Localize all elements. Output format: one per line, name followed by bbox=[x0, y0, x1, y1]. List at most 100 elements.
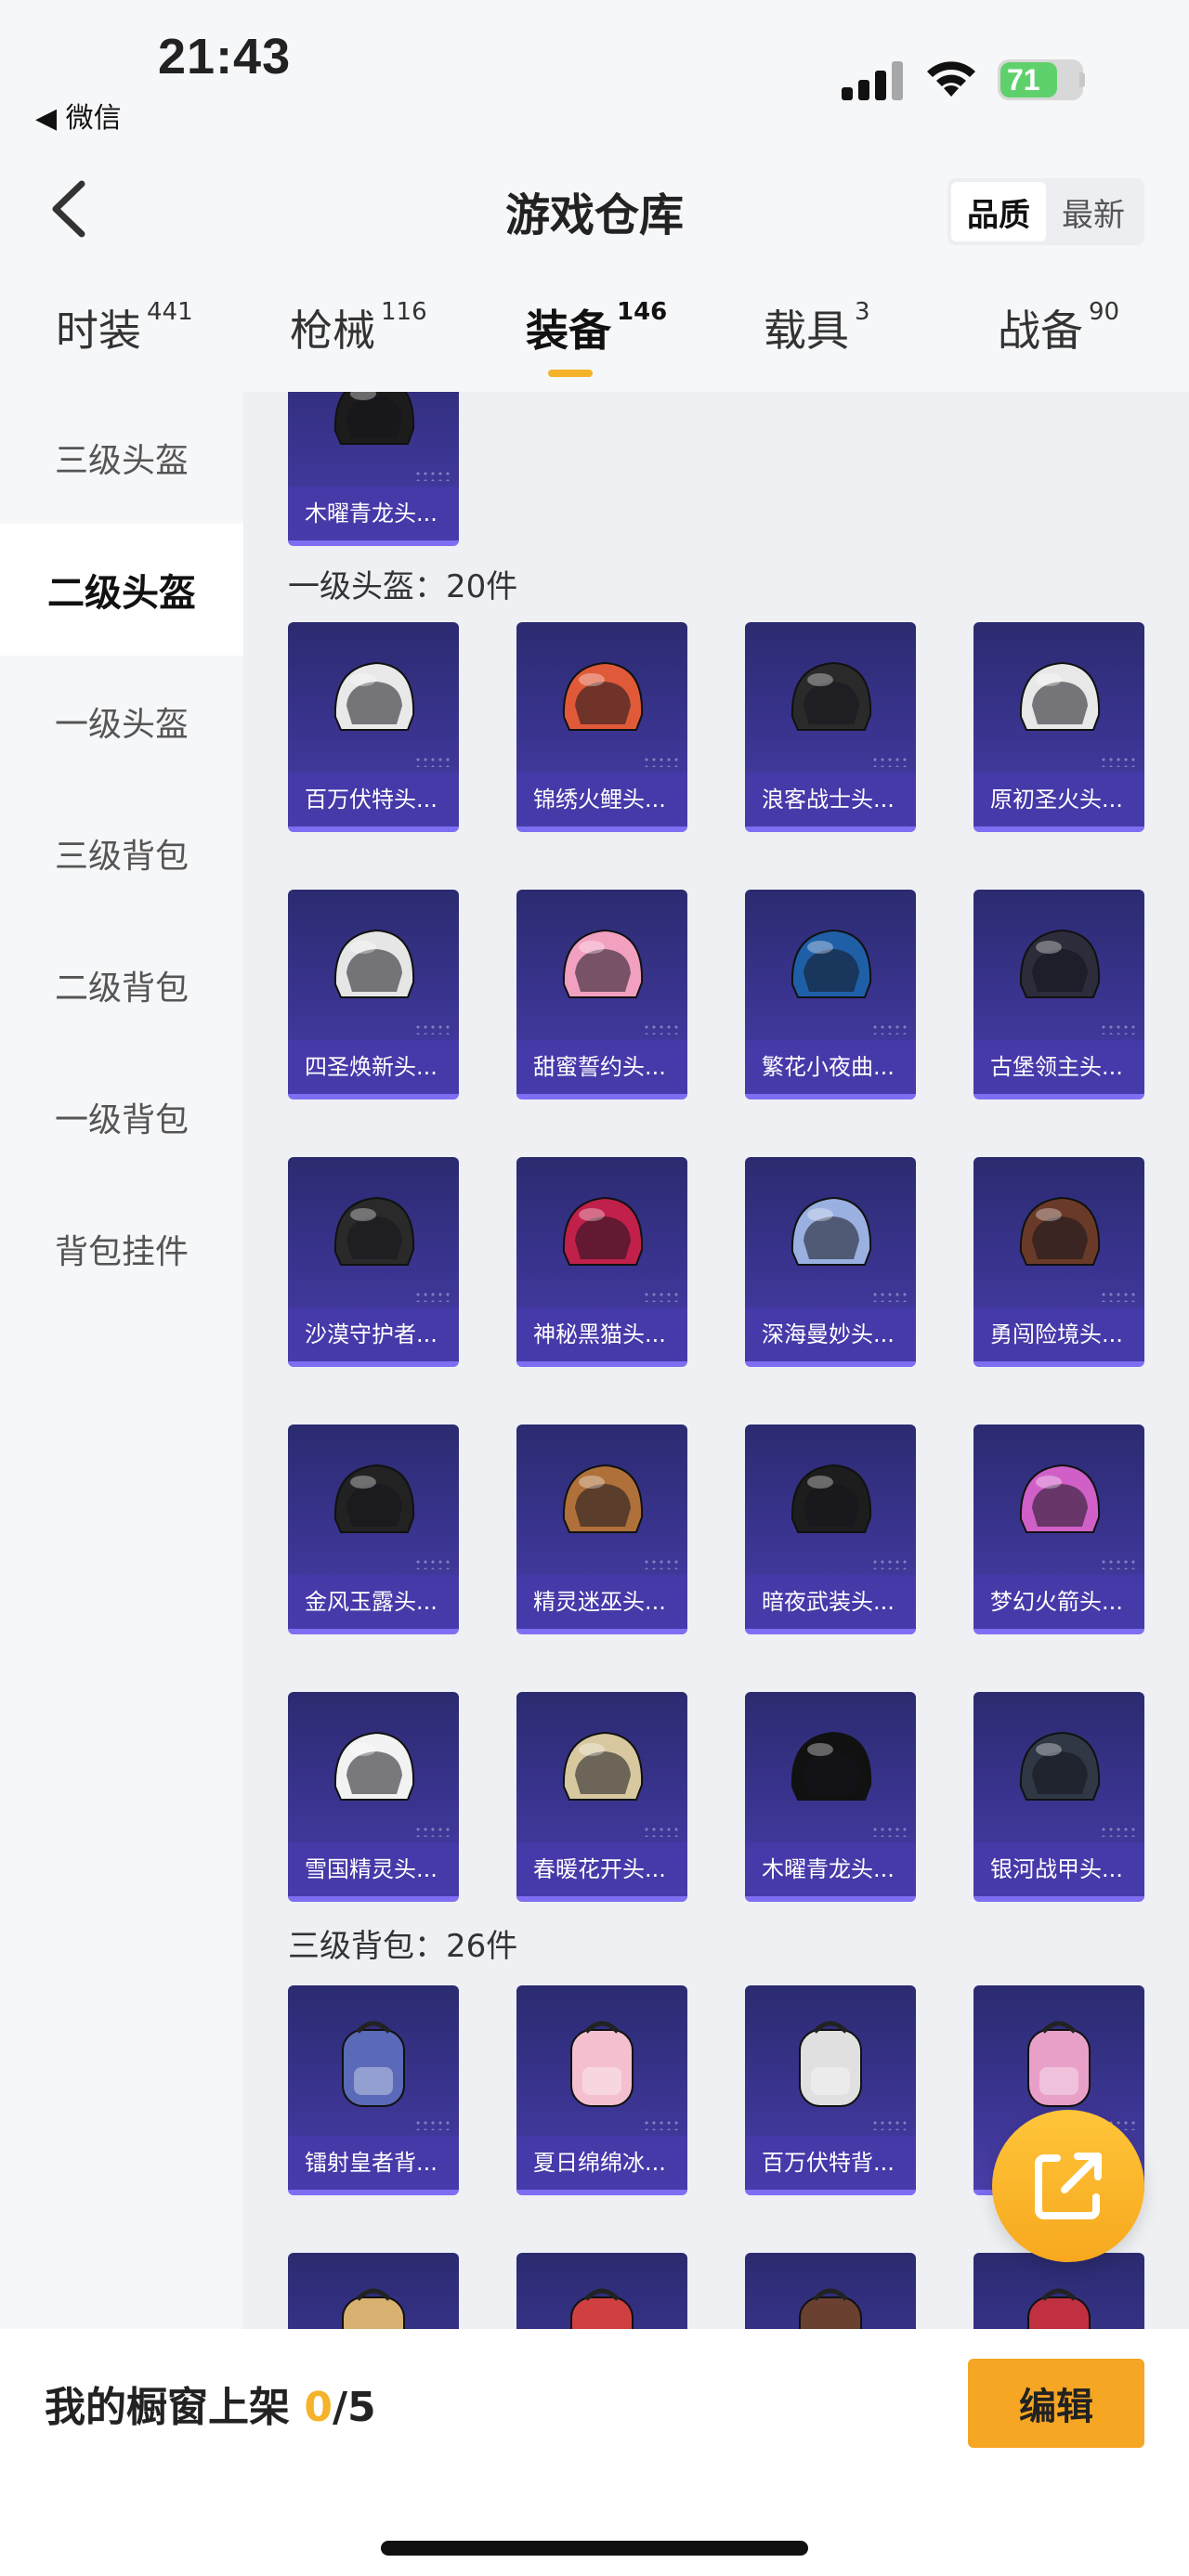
helmet-icon bbox=[790, 661, 872, 731]
item-card[interactable]: 勇闯险境头... bbox=[973, 1157, 1144, 1367]
item-card[interactable]: 古堡领主头... bbox=[973, 890, 1144, 1099]
item-card[interactable] bbox=[516, 2253, 687, 2333]
card-decoration bbox=[871, 1023, 908, 1034]
tab-label: 装备 bbox=[526, 306, 611, 356]
card-decoration bbox=[1100, 1023, 1137, 1034]
item-name: 暗夜武装头... bbox=[745, 1575, 916, 1629]
item-card[interactable] bbox=[745, 2253, 916, 2333]
showcase-status: 我的橱窗上架 0/5 bbox=[45, 2374, 376, 2433]
tab-combat-supplies[interactable]: 战备 90 bbox=[998, 297, 1119, 358]
item-card[interactable]: 沙漠守护者... bbox=[288, 1157, 459, 1367]
item-card[interactable] bbox=[288, 2253, 459, 2333]
card-decoration bbox=[414, 756, 451, 767]
item-name: 浪客战士头... bbox=[745, 773, 916, 826]
tab-equipment[interactable]: 装备 146 bbox=[526, 297, 667, 358]
item-card[interactable]: 木曜青龙头... bbox=[745, 1692, 916, 1902]
tab-fashion[interactable]: 时装 441 bbox=[56, 297, 193, 358]
share-button[interactable] bbox=[992, 2110, 1144, 2262]
sidebar-item-level3-helmet[interactable]: 三级头盔 bbox=[0, 392, 243, 524]
card-decoration bbox=[643, 1291, 680, 1302]
helmet-icon bbox=[333, 392, 415, 445]
item-name: 精灵迷巫头... bbox=[516, 1575, 687, 1629]
sidebar-item-backpack-charm[interactable]: 背包挂件 bbox=[0, 1183, 243, 1315]
item-name: 梦幻火箭头... bbox=[973, 1575, 1144, 1629]
item-card[interactable]: 神秘黑猫头... bbox=[516, 1157, 687, 1367]
item-card[interactable]: 四圣焕新头... bbox=[288, 890, 459, 1099]
tab-vehicles[interactable]: 载具 3 bbox=[764, 297, 870, 358]
item-name: 百万伏特头... bbox=[288, 773, 459, 826]
card-decoration bbox=[1100, 1558, 1137, 1569]
tab-label: 枪械 bbox=[290, 306, 375, 356]
item-card[interactable]: 木曜青龙头... bbox=[288, 392, 459, 546]
card-decoration bbox=[643, 1558, 680, 1569]
item-card[interactable]: 夏日绵绵冰... bbox=[516, 1985, 687, 2195]
item-card[interactable]: 镭射皇者背... bbox=[288, 1985, 459, 2195]
tab-guns[interactable]: 枪械 116 bbox=[290, 297, 427, 358]
back-to-app-link[interactable]: ◀ 微信 bbox=[35, 95, 122, 136]
backpack-icon bbox=[1027, 2021, 1091, 2107]
item-name: 勇闯险境头... bbox=[973, 1308, 1144, 1361]
item-name: 雪国精灵头... bbox=[288, 1842, 459, 1896]
tab-label: 载具 bbox=[764, 306, 849, 356]
card-decoration bbox=[871, 1558, 908, 1569]
showcase-total: /5 bbox=[332, 2384, 376, 2431]
tab-label: 时装 bbox=[56, 306, 141, 356]
helmet-icon bbox=[790, 1196, 872, 1266]
sidebar-item-level3-backpack[interactable]: 三级背包 bbox=[0, 787, 243, 919]
item-card[interactable]: 锦绣火鲤头... bbox=[516, 622, 687, 832]
tab-count: 3 bbox=[855, 298, 870, 326]
item-card[interactable]: 百万伏特头... bbox=[288, 622, 459, 832]
backpack-icon bbox=[1027, 2288, 1091, 2333]
item-card[interactable]: 雪国精灵头... bbox=[288, 1692, 459, 1902]
item-card[interactable]: 原初圣火头... bbox=[973, 622, 1144, 832]
sidebar-item-level2-helmet[interactable]: 二级头盔 bbox=[0, 524, 243, 656]
item-name: 镭射皇者背... bbox=[288, 2136, 459, 2190]
item-card[interactable] bbox=[973, 2253, 1144, 2333]
item-card[interactable]: 春暖花开头... bbox=[516, 1692, 687, 1902]
card-decoration bbox=[414, 1558, 451, 1569]
tab-count: 441 bbox=[147, 298, 193, 326]
item-card[interactable]: 繁花小夜曲... bbox=[745, 890, 916, 1099]
item-name: 沙漠守护者... bbox=[288, 1308, 459, 1361]
item-name: 木曜青龙头... bbox=[745, 1842, 916, 1896]
card-decoration bbox=[871, 756, 908, 767]
item-name: 原初圣火头... bbox=[973, 773, 1144, 826]
helmet-icon bbox=[562, 1731, 644, 1801]
sidebar: 三级头盔 二级头盔 一级头盔 三级背包 二级背包 一级背包 背包挂件 bbox=[0, 392, 243, 2333]
helmet-icon bbox=[1019, 1731, 1101, 1801]
battery-nub bbox=[1079, 72, 1085, 87]
edit-button[interactable]: 编辑 bbox=[968, 2359, 1144, 2448]
header: 游戏仓库 品质 最新 bbox=[0, 149, 1189, 269]
sidebar-item-level1-backpack[interactable]: 一级背包 bbox=[0, 1051, 243, 1183]
item-card[interactable]: 梦幻火箭头... bbox=[973, 1425, 1144, 1634]
card-decoration bbox=[1100, 1291, 1137, 1302]
item-card[interactable]: 精灵迷巫头... bbox=[516, 1425, 687, 1634]
item-card[interactable]: 甜蜜誓约头... bbox=[516, 890, 687, 1099]
item-card[interactable]: 暗夜武装头... bbox=[745, 1425, 916, 1634]
sort-quality-button[interactable]: 品质 bbox=[951, 182, 1046, 241]
backpack-icon bbox=[799, 2021, 862, 2107]
helmet-icon bbox=[562, 1464, 644, 1533]
card-decoration bbox=[414, 2119, 451, 2130]
battery-icon: 71 bbox=[998, 59, 1083, 100]
sidebar-item-level2-backpack[interactable]: 二级背包 bbox=[0, 919, 243, 1051]
card-decoration bbox=[1100, 1826, 1137, 1837]
item-name: 神秘黑猫头... bbox=[516, 1308, 687, 1361]
item-name: 夏日绵绵冰... bbox=[516, 2136, 687, 2190]
item-card[interactable]: 银河战甲头... bbox=[973, 1692, 1144, 1902]
item-name: 银河战甲头... bbox=[973, 1842, 1144, 1896]
wifi-icon bbox=[927, 61, 975, 97]
card-decoration bbox=[643, 1023, 680, 1034]
sidebar-item-level1-helmet[interactable]: 一级头盔 bbox=[0, 656, 243, 787]
card-decoration bbox=[871, 1291, 908, 1302]
item-card[interactable]: 深海曼妙头... bbox=[745, 1157, 916, 1367]
home-indicator bbox=[381, 2541, 808, 2556]
item-card[interactable]: 金风玉露头... bbox=[288, 1425, 459, 1634]
card-decoration bbox=[871, 2119, 908, 2130]
item-name: 金风玉露头... bbox=[288, 1575, 459, 1629]
item-card[interactable]: 浪客战士头... bbox=[745, 622, 916, 832]
sort-newest-button[interactable]: 最新 bbox=[1046, 182, 1141, 241]
helmet-icon bbox=[333, 661, 415, 731]
item-name: 甜蜜誓约头... bbox=[516, 1040, 687, 1094]
item-card[interactable]: 百万伏特背... bbox=[745, 1985, 916, 2195]
